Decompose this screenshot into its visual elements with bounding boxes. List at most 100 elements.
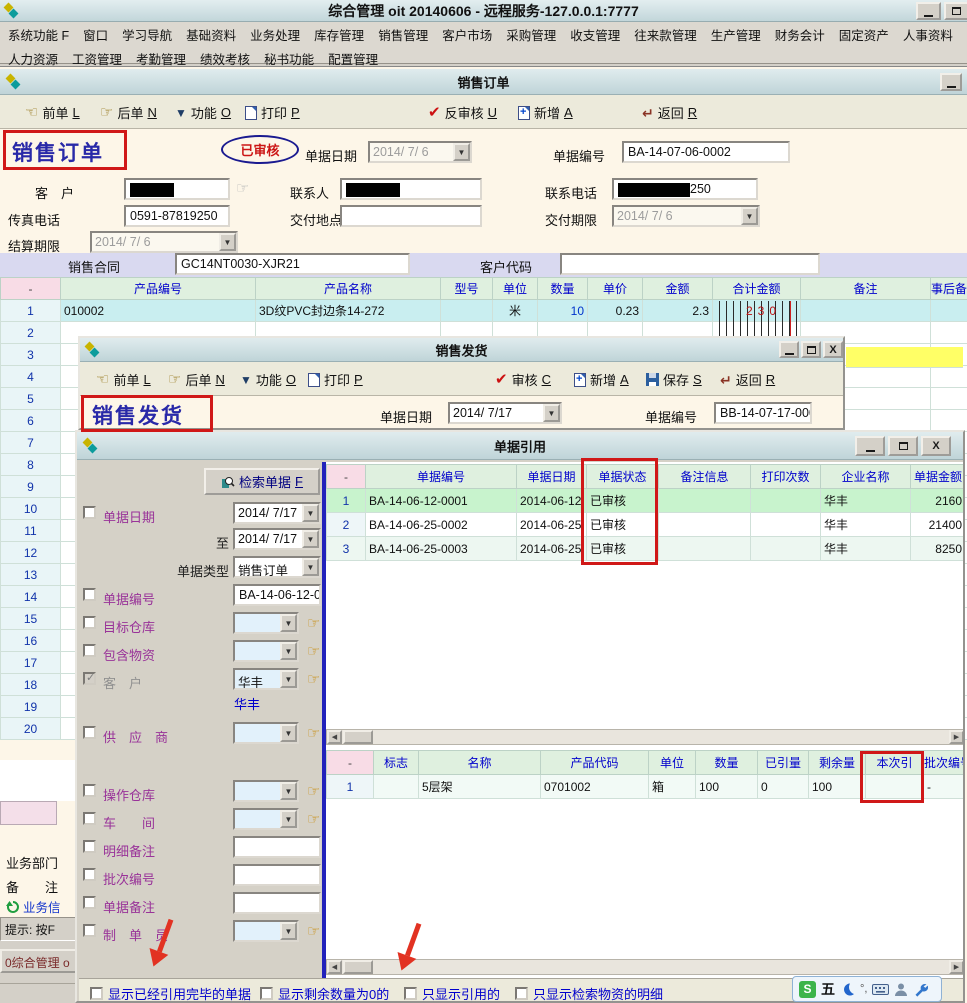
contact-input[interactable] <box>340 178 482 200</box>
checkbox[interactable] <box>404 987 417 1000</box>
scroll-track[interactable] <box>373 960 949 974</box>
cell-rownum[interactable]: 16 <box>1 630 61 652</box>
cell-doc-date[interactable]: 2014-06-25 <box>517 513 587 537</box>
cell-rownum[interactable]: 19 <box>1 696 61 718</box>
scroll-thumb[interactable] <box>343 960 373 974</box>
keyboard-icon[interactable] <box>872 983 889 996</box>
checkbox[interactable] <box>83 868 96 881</box>
scroll-left-button[interactable]: ◀ <box>327 730 342 744</box>
upper-horizontal-scrollbar[interactable]: ◀ ▶ <box>326 729 965 745</box>
cell-after-note[interactable] <box>931 388 967 410</box>
delivery-close-button[interactable]: X <box>823 341 843 358</box>
new-doc-button[interactable]: 新增A <box>518 103 573 122</box>
cell-doc-amount[interactable]: 21400 <box>911 513 966 537</box>
doc-date-from-combo[interactable]: 2014/ 7/17▼ <box>233 502 321 524</box>
checkbox[interactable] <box>90 987 103 1000</box>
cell-name[interactable]: 5层架 <box>419 775 541 799</box>
moon-icon[interactable] <box>840 982 855 997</box>
menu-item[interactable]: 销售管理 <box>371 23 435 46</box>
cell-rownum[interactable]: 11 <box>1 520 61 542</box>
chevron-down-icon[interactable]: ▼ <box>280 614 297 632</box>
checkbox[interactable] <box>83 616 96 629</box>
cell-rownum[interactable]: 5 <box>1 388 61 410</box>
cell-rownum[interactable]: 7 <box>1 432 61 454</box>
cell-doc-amount[interactable]: 8250 <box>911 537 966 561</box>
approve-button[interactable]: ✔ 审核C <box>495 370 551 389</box>
cell-referenced-qty[interactable]: 0 <box>758 775 809 799</box>
next-doc-button[interactable]: ☞ 后单N <box>100 103 157 122</box>
cell-print-count[interactable] <box>751 513 821 537</box>
checkbox[interactable] <box>83 506 96 519</box>
menu-item[interactable]: 基础资料 <box>179 23 243 46</box>
menu-item[interactable]: 财务会计 <box>768 23 832 46</box>
cell-product-name[interactable]: 3D纹PVC封边条14-272 <box>256 300 441 322</box>
chevron-down-icon[interactable]: ▼ <box>280 642 297 660</box>
batch-no-input[interactable] <box>233 864 321 886</box>
cell-note-info[interactable] <box>659 513 751 537</box>
cell-rownum[interactable]: 15 <box>1 608 61 630</box>
main-minimize-button[interactable] <box>916 2 941 20</box>
cell-after-note[interactable] <box>931 322 967 344</box>
checkbox[interactable] <box>83 812 96 825</box>
cell-qty[interactable]: 100 <box>696 775 758 799</box>
target-warehouse-combo[interactable]: ▼ <box>233 612 299 634</box>
cell-model[interactable] <box>441 300 493 322</box>
scroll-right-button[interactable]: ▶ <box>949 960 964 974</box>
ime-punct-mode[interactable]: °, <box>860 983 867 995</box>
reference-maximize-button[interactable] <box>888 436 918 456</box>
cell-after-note[interactable] <box>931 366 967 388</box>
checkbox[interactable] <box>515 987 528 1000</box>
delivery-deadline-combo[interactable]: 2014/ 7/ 6 ▼ <box>612 205 760 227</box>
cell-rownum[interactable]: 17 <box>1 652 61 674</box>
hand-pointer-icon[interactable]: ☞ <box>307 616 320 631</box>
menu-item[interactable]: 人事资料 <box>896 23 960 46</box>
cell-batch-no[interactable]: - <box>924 775 966 799</box>
detail-note-input[interactable] <box>233 836 321 858</box>
cell-remaining-qty[interactable]: 100 <box>809 775 866 799</box>
cell-amount[interactable]: 2.3 <box>643 300 713 322</box>
scroll-right-button[interactable]: ▶ <box>949 730 964 744</box>
menu-item[interactable]: 收支管理 <box>563 23 627 46</box>
cell-rownum[interactable]: 1 <box>1 300 61 322</box>
scroll-track[interactable] <box>373 730 949 744</box>
cell-after-note[interactable] <box>931 410 967 432</box>
delivery-place-input[interactable] <box>340 205 482 227</box>
hand-pointer-icon[interactable]: ☞ <box>307 812 320 827</box>
delivery-maximize-button[interactable] <box>801 341 821 358</box>
return-button[interactable]: ↵ 返回R <box>642 103 697 122</box>
cell-company[interactable]: 华丰 <box>821 489 911 513</box>
main-maximize-button[interactable] <box>944 2 967 20</box>
doc-date-combo[interactable]: 2014/ 7/ 6 ▼ <box>368 141 472 163</box>
wrench-icon[interactable] <box>913 982 928 997</box>
menu-item[interactable]: 固定资产 <box>832 23 896 46</box>
cell-doc-no[interactable]: BA-14-06-25-0002 <box>366 513 517 537</box>
unapprove-button[interactable]: ✔ 反审核U <box>428 103 497 122</box>
cell-print-count[interactable] <box>751 537 821 561</box>
menu-item[interactable]: 生产管理 <box>704 23 768 46</box>
cell-rownum[interactable]: 12 <box>1 542 61 564</box>
cell-print-count[interactable] <box>751 489 821 513</box>
checkbox[interactable] <box>83 896 96 909</box>
reference-close-button[interactable]: X <box>921 436 951 456</box>
hand-pointer-icon[interactable]: ☞ <box>307 644 320 659</box>
phone-input[interactable]: 250 <box>612 178 758 200</box>
option-show-searched-materials[interactable]: 只显示检索物资的明细 <box>515 984 663 1003</box>
sales-order-minimize-button[interactable] <box>940 73 962 91</box>
customer-input[interactable] <box>124 178 230 200</box>
chevron-down-icon[interactable]: ▼ <box>280 810 297 828</box>
menu-item[interactable]: 采购管理 <box>499 23 563 46</box>
customer-combo[interactable]: 华丰▼ <box>233 668 299 690</box>
menu-item[interactable]: 系统功能 F <box>1 23 76 46</box>
save-button[interactable]: 保存S <box>646 370 702 389</box>
scroll-left-button[interactable]: ◀ <box>327 960 342 974</box>
menu-item[interactable]: 往来款管理 <box>627 23 704 46</box>
cell-qty[interactable]: 10 <box>538 300 588 322</box>
hand-pointer-icon[interactable]: ☞ <box>307 924 320 939</box>
ime-logo-icon[interactable]: S <box>799 981 816 998</box>
search-docs-button[interactable]: 检索单据 F <box>204 468 320 495</box>
option-show-fully-referenced[interactable]: 显示已经引用完毕的单据 <box>90 984 251 1003</box>
functions-button[interactable]: ▼ 功能O <box>240 370 296 389</box>
cell-doc-date[interactable]: 2014-06-12 <box>517 489 587 513</box>
option-show-referenced-only[interactable]: 只显示引用的 <box>404 984 500 1003</box>
return-button[interactable]: ↵ 返回R <box>720 370 775 389</box>
